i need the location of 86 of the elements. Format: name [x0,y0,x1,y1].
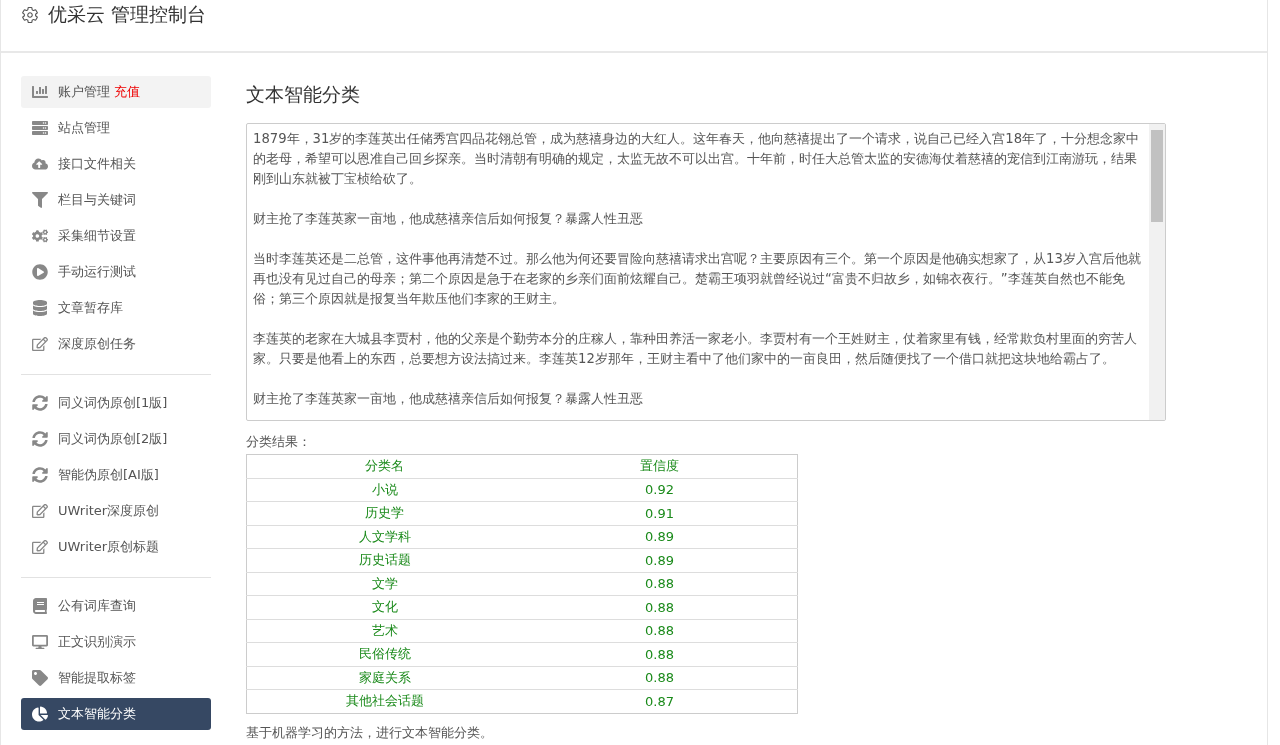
monitor-icon [32,634,48,650]
table-cell: 文化 [246,595,522,619]
play-icon [32,264,48,280]
table-cell: 历史学 [246,501,522,525]
edit-icon [32,539,48,555]
sidebar-item[interactable]: 接口文件相关 [21,148,211,180]
table-cell: 文学 [246,572,522,596]
table-cell: 人文学科 [246,525,522,549]
scrollbar[interactable] [1149,124,1165,420]
sidebar-item[interactable]: UWriter原创标题 [21,531,211,563]
bar-chart-icon [32,84,48,100]
sidebar-item[interactable]: UWriter深度原创 [21,495,211,527]
table-cell: 0.88 [522,572,798,596]
text-input-area[interactable] [246,123,1166,421]
table-cell: 0.88 [522,642,798,666]
settings-icon [21,6,39,24]
result-title: 分类结果： [246,433,312,451]
sidebar-label: 智能伪原创[AI版] [58,466,159,484]
sidebar-label: 栏目与关键词 [58,191,136,209]
refresh-icon [32,467,48,483]
sidebar-label: 深度原创任务 [58,335,136,353]
table-cell: 0.88 [522,666,798,690]
paragraph: 1879年，31岁的李莲英出任储秀宫四品花翎总管，成为慈禧身边的大红人。这年春天，他向慈禧提出了一个请求，说自己已经入宫18年了，十分想念家中的老母，希望可以恩准自己回乡探亲。当时清朝有明确的规定，太监无故不可以出宫。十年前，时任大总管太监的安德海仗着慈禧的宠信到江南游玩，结果刚到山东就被丁宝桢给砍了。 [253,130,1141,188]
filter-icon [32,192,48,208]
edit-icon [32,503,48,519]
sidebar-item[interactable]: 站点管理 [21,112,211,144]
sidebar-label: 接口文件相关 [58,155,136,173]
sidebar-label: 同义词伪原创[2版] [58,430,168,448]
paragraph: 财主抢了李莲英家一亩地，他成慈禧亲信后如何报复？暴露人性丑恶 [253,390,644,408]
table-cell: 其他社会话题 [246,689,522,713]
description-text: 基于机器学习的方法，进行文本智能分类。 [246,723,494,742]
paragraph: 财主抢了李莲英家一亩地，他成慈禧亲信后如何报复？暴露人性丑恶 [253,210,644,228]
database-icon [32,300,48,316]
table-cell: 0.89 [522,525,798,549]
sidebar-item[interactable]: 文本智能分类 [21,698,211,730]
table-cell: 历史话题 [246,548,522,572]
table-cell: 0.87 [522,689,798,713]
table-cell: 艺术 [246,619,522,643]
sidebar-item[interactable]: 同义词伪原创[2版] [21,423,211,455]
column-header: 分类名 [246,454,522,478]
sidebar-item[interactable]: 同义词伪原创[1版] [21,387,211,419]
book-icon [32,598,48,614]
sidebar-label: 智能提取标签 [58,669,136,687]
sidebar-label: 公有词库查询 [58,597,136,615]
table-cell: 民俗传统 [246,642,522,666]
sidebar-label: 正文识别演示 [58,633,136,651]
paragraph: 当时李莲英还是二总管，这件事他再清楚不过。那么他为何还要冒险向慈禧请求出宫呢？主要原因有三个。第一个原因是他确实想家了，从13岁入宫后他就再也没有见过自己的母亲；第二个原因是急于在老家的乡亲们面前炫耀自己。楚霸王项羽就曾经说过“富贵不归故乡，如锦衣夜行。”李莲英自然也不能免俗；第三个原因就是报复当年欺压他们李家的王财主。 [253,250,1142,308]
gears-icon [32,228,48,244]
sidebar-item[interactable]: 智能伪原创[AI版] [21,459,211,491]
table-cell: 0.89 [522,548,798,572]
sidebar-item[interactable]: 账户管理 充值 [21,76,211,108]
edit-icon [32,336,48,352]
table-cell: 0.91 [522,501,798,525]
sidebar-item[interactable]: 手动运行测试 [21,256,211,288]
sidebar-item[interactable]: 公有词库查询 [21,590,211,622]
sidebar-item[interactable]: 正文识别演示 [21,626,211,658]
sidebar-label: 文章暂存库 [58,299,123,317]
sidebar-item[interactable]: 智能提取标签 [21,662,211,694]
sidebar-label: 账户管理 [58,83,110,101]
refresh-icon [32,431,48,447]
sidebar-item[interactable]: 深度原创任务 [21,328,211,360]
pie-chart-icon [32,706,48,722]
tag-icon [32,670,48,686]
table-cell: 0.92 [522,478,798,502]
sidebar-label: UWriter原创标题 [58,538,160,556]
sidebar-item[interactable]: 采集细节设置 [21,220,211,252]
sidebar-label: 手动运行测试 [58,263,136,281]
cloud-upload-icon [32,156,48,172]
table-cell: 0.88 [522,595,798,619]
recharge-link[interactable]: 充值 [114,83,140,101]
table-cell: 0.88 [522,619,798,643]
sidebar-label: 文本智能分类 [58,705,136,723]
server-icon [32,120,48,136]
sidebar-label: 站点管理 [58,119,110,137]
paragraph: 李莲英的老家在大城县李贾村，他的父亲是个勤劳本分的庄稼人，靠种田养活一家老小。李贾村有一个王姓财主，仗着家里有钱，经常欺负村里面的穷苦人家。只要是他看上的东西，总要想方设法搞过来。李莲英12岁那年，王财主看中了他们家中的一亩良田，然后随便找了一个借口就把这块地给霸占了。 [253,330,1138,368]
sidebar-item[interactable]: 栏目与关键词 [21,184,211,216]
sidebar-label: 采集细节设置 [58,227,136,245]
refresh-icon [32,395,48,411]
console-title: 优采云 管理控制台 [48,2,207,27]
column-header: 置信度 [522,454,798,478]
sidebar-item[interactable]: 文章暂存库 [21,292,211,324]
sidebar-label: 同义词伪原创[1版] [58,394,168,412]
page-title: 文本智能分类 [246,82,361,107]
table-cell: 家庭关系 [246,666,522,690]
table-cell: 小说 [246,478,522,502]
sidebar-label: UWriter深度原创 [58,502,160,520]
